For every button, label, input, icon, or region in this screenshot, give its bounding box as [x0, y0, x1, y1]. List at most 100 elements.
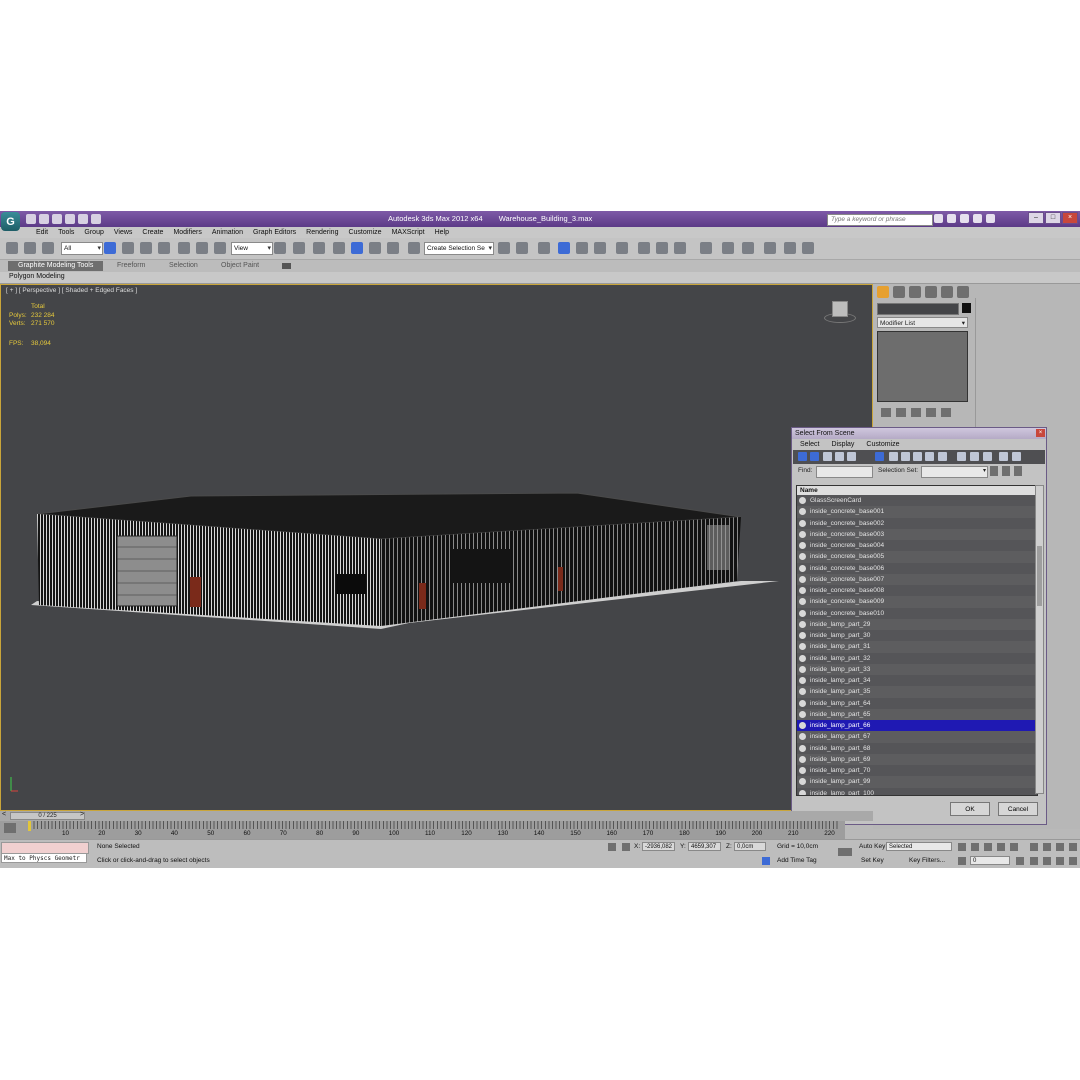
select-manipulate-icon[interactable] [293, 242, 305, 254]
snaps-toggle-icon[interactable] [333, 242, 345, 254]
list-scrollbar[interactable] [1035, 485, 1044, 794]
tab-object-paint[interactable]: Object Paint [221, 262, 259, 269]
list-item[interactable]: inside_lamp_part_67 [797, 731, 1037, 742]
rendered-frame-window-icon[interactable] [656, 242, 668, 254]
pivot-center-icon[interactable] [274, 242, 286, 254]
extra-tool-5-icon[interactable] [784, 242, 796, 254]
list-item[interactable]: inside_lamp_part_31 [797, 641, 1037, 652]
add-time-tag[interactable]: Add Time Tag [777, 857, 817, 864]
maxscript-output[interactable]: Max to Physcs Geometr [1, 853, 87, 863]
reference-coordinate-dropdown[interactable]: View [231, 242, 273, 255]
list-item[interactable]: inside_lamp_part_100 [797, 787, 1037, 795]
unlink-selection-icon[interactable] [24, 242, 36, 254]
pin-stack-icon[interactable] [881, 408, 891, 417]
mirror-icon[interactable] [498, 242, 510, 254]
select-by-name-icon[interactable] [122, 242, 134, 254]
menu-edit[interactable]: Edit [31, 228, 53, 238]
render-production-icon[interactable] [674, 242, 686, 254]
tab-selection[interactable]: Selection [169, 262, 198, 269]
menu-customize[interactable]: Customize [343, 228, 386, 238]
cancel-button[interactable]: Cancel [998, 802, 1038, 816]
menu-create[interactable]: Create [137, 228, 168, 238]
utilities-tab-icon[interactable] [957, 286, 969, 298]
dialog-menu-customize[interactable]: Customize [866, 439, 899, 450]
tab-graphite-modeling-tools[interactable]: Graphite Modeling Tools [8, 261, 104, 271]
dialog-close-button[interactable]: × [1036, 429, 1045, 437]
time-slider-prev-icon[interactable]: < [2, 811, 6, 818]
graphite-ribbon-toggle-icon[interactable] [558, 242, 570, 254]
ok-button[interactable]: OK [950, 802, 990, 816]
display-frozen-icon[interactable] [925, 452, 934, 461]
auto-key-button[interactable]: Auto Key [859, 843, 885, 850]
list-item[interactable]: inside_lamp_part_65 [797, 709, 1037, 720]
rectangular-selection-icon[interactable] [140, 242, 152, 254]
display-xrefs-icon[interactable] [889, 452, 898, 461]
list-item[interactable]: inside_concrete_base009 [797, 596, 1037, 607]
menu-group[interactable]: Group [79, 228, 108, 238]
motion-tab-icon[interactable] [925, 286, 937, 298]
project-folder-icon[interactable] [91, 214, 101, 224]
select-invert-icon[interactable] [983, 452, 992, 461]
tab-freeform[interactable]: Freeform [117, 262, 145, 269]
time-configuration-icon[interactable] [1016, 857, 1024, 865]
ribbon-options-icon[interactable] [282, 263, 291, 269]
next-frame-icon[interactable] [997, 843, 1005, 851]
modify-tab-icon[interactable] [893, 286, 905, 298]
extra-tool-3-icon[interactable] [742, 242, 754, 254]
menu-views[interactable]: Views [109, 228, 138, 238]
dialog-menu-select[interactable]: Select [800, 439, 819, 450]
time-slider-next-icon[interactable]: > [80, 811, 84, 818]
previous-frame-icon[interactable] [971, 843, 979, 851]
make-unique-icon[interactable] [911, 408, 921, 417]
menu-tools[interactable]: Tools [53, 228, 79, 238]
edit-named-selection-icon[interactable] [408, 242, 420, 254]
communication-icon[interactable] [960, 214, 969, 223]
layer-manager-icon[interactable] [538, 242, 550, 254]
hierarchy-tab-icon[interactable] [909, 286, 921, 298]
list-item[interactable]: inside_concrete_base001 [797, 506, 1037, 517]
display-cameras-icon[interactable] [835, 452, 844, 461]
selection-filter-dropdown[interactable]: All [61, 242, 103, 255]
current-frame-field[interactable]: 0 [970, 856, 1010, 865]
pan-view-icon[interactable] [1043, 857, 1051, 865]
absolute-mode-icon[interactable] [622, 843, 630, 851]
create-tab-icon[interactable] [877, 286, 889, 298]
list-item[interactable]: inside_lamp_part_32 [797, 652, 1037, 664]
zoom-icon[interactable] [1030, 843, 1038, 851]
remove-modifier-icon[interactable] [926, 408, 936, 417]
subscription-icon[interactable] [947, 214, 956, 223]
favorites-star-icon[interactable] [973, 214, 982, 223]
select-and-link-icon[interactable] [6, 242, 18, 254]
filter-icon[interactable] [999, 452, 1008, 461]
search-icon[interactable] [934, 214, 943, 223]
list-item[interactable]: inside_concrete_base005 [797, 551, 1037, 562]
selection-lock-icon[interactable] [608, 843, 616, 851]
list-item[interactable]: inside_concrete_base008 [797, 585, 1037, 597]
go-to-start-icon[interactable] [958, 843, 966, 851]
edit-selection-set-icon[interactable] [990, 466, 998, 476]
set-key-button[interactable]: Set Key [861, 857, 884, 864]
list-item[interactable]: inside_concrete_base010 [797, 607, 1037, 619]
new-file-icon[interactable] [26, 214, 36, 224]
maximize-viewport-icon[interactable] [1069, 857, 1077, 865]
time-slider[interactable]: < 0 / 225 > [0, 811, 873, 821]
extra-tool-1-icon[interactable] [700, 242, 712, 254]
zoom-all-icon[interactable] [1043, 843, 1051, 851]
display-tab-icon[interactable] [941, 286, 953, 298]
list-item[interactable]: inside_lamp_part_30 [797, 630, 1037, 642]
display-shapes-icon[interactable] [810, 452, 819, 461]
render-setup-icon[interactable] [638, 242, 650, 254]
list-item[interactable]: inside_lamp_part_99 [797, 776, 1037, 787]
window-crossing-icon[interactable] [158, 242, 170, 254]
list-item[interactable]: inside_concrete_base006 [797, 562, 1037, 574]
list-item[interactable]: inside_concrete_base002 [797, 517, 1037, 529]
zoom-extents-all-icon[interactable] [1069, 843, 1077, 851]
list-item[interactable]: inside_concrete_base007 [797, 574, 1037, 585]
modifier-stack[interactable] [877, 331, 968, 402]
bind-space-warp-icon[interactable] [42, 242, 54, 254]
list-item[interactable]: inside_concrete_base003 [797, 529, 1037, 540]
list-item[interactable]: inside_lamp_part_66 [797, 720, 1037, 732]
x-coordinate-field[interactable]: -2936,082 [642, 842, 675, 851]
play-icon[interactable] [984, 843, 992, 851]
list-item[interactable]: inside_lamp_part_34 [797, 675, 1037, 687]
